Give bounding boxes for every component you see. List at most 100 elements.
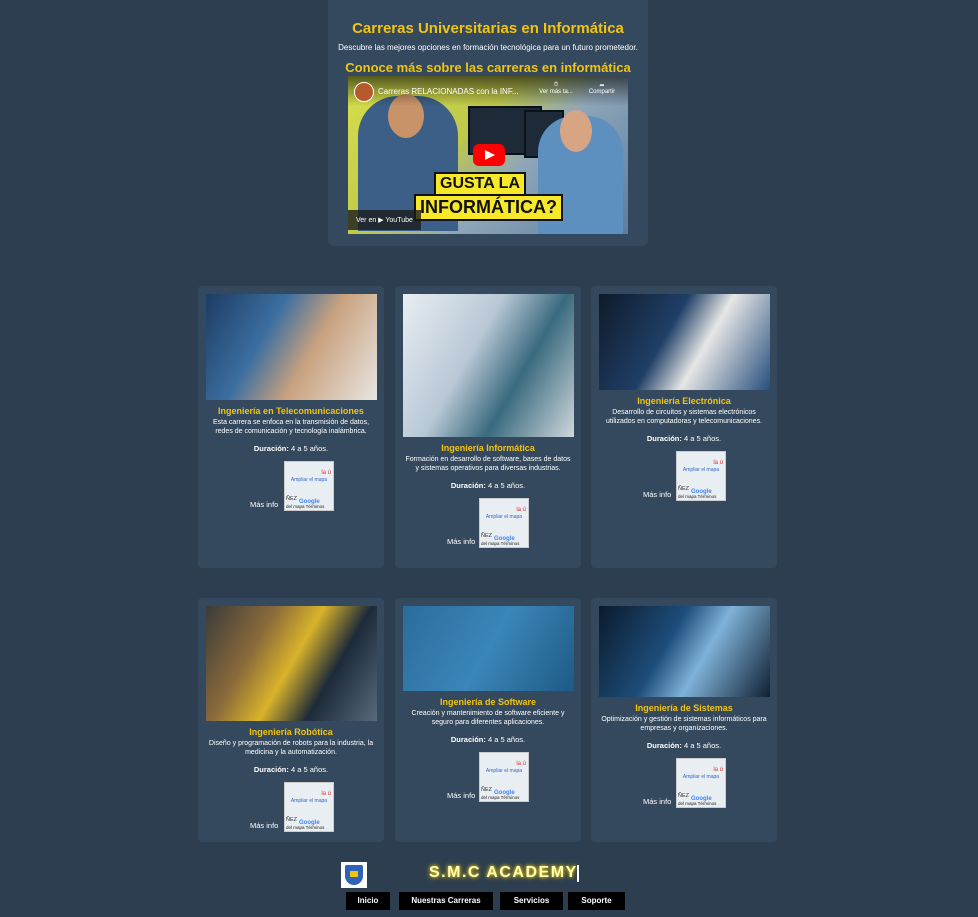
career-duration: Duración: 4 a 5 años. [395, 481, 581, 490]
enlarge-map-link[interactable]: Ampliar el mapa [480, 513, 528, 521]
share-button[interactable]: ➦ Compartir [582, 82, 622, 95]
map-label: la ú [713, 460, 723, 466]
nav-inicio[interactable]: Inicio [346, 892, 390, 910]
more-info-row: Más info Ampliar el mapa la ú ÑEZ Google… [591, 758, 777, 808]
duration-value: 4 a 5 años. [683, 741, 722, 750]
map-terms-link[interactable]: del mapa Términos [286, 504, 324, 509]
more-info-row: Más info Ampliar el mapa la ú ÑEZ Google… [198, 461, 384, 511]
more-info-link[interactable]: Más info [250, 500, 278, 509]
video-heading: Conoce más sobre las carreras en informá… [345, 60, 631, 75]
hero-section: Carreras Universitarias en Informática D… [328, 0, 648, 246]
share-icon: ➦ [599, 83, 605, 89]
shield-icon [345, 865, 363, 885]
enlarge-map-link[interactable]: Ampliar el mapa [285, 476, 333, 484]
more-info-link[interactable]: Más info [643, 797, 671, 806]
nav-servicios[interactable]: Servicios [500, 892, 563, 910]
embedded-map[interactable]: Ampliar el mapa la ú ÑEZ Google del mapa… [479, 752, 529, 802]
embedded-map[interactable]: Ampliar el mapa la ú ÑEZ Google del mapa… [676, 451, 726, 501]
career-title: Ingeniería Robótica [249, 727, 333, 737]
career-card: Ingeniería de Sistemas Optimización y ge… [591, 598, 777, 842]
enlarge-map-link[interactable]: Ampliar el mapa [285, 797, 333, 805]
duration-label: Duración: [253, 765, 289, 774]
map-label: ÑEZ [286, 817, 297, 823]
career-title: Ingeniería en Telecomunicaciones [218, 406, 364, 416]
youtube-video-embed[interactable]: Carreras RELACIONADAS con la INF... ⏱ Ver… [348, 76, 628, 234]
career-image [598, 294, 770, 390]
career-card: Ingeniería de Software Creación y manten… [395, 598, 581, 842]
duration-label: Duración: [646, 741, 682, 750]
watch-later-button[interactable]: ⏱ Ver más ta... [536, 82, 576, 95]
more-info-link[interactable]: Más info [447, 537, 475, 546]
nav-soporte[interactable]: Soporte [568, 892, 625, 910]
map-terms-link[interactable]: del mapa Términos [481, 541, 519, 546]
embedded-map[interactable]: Ampliar el mapa la ú ÑEZ Google del mapa… [284, 782, 334, 832]
career-description: Optimización y gestión de sistemas infor… [601, 716, 767, 732]
duration-label: Duración: [450, 735, 486, 744]
channel-avatar[interactable] [354, 82, 374, 102]
more-info-row: Más info Ampliar el mapa la ú ÑEZ Google… [395, 752, 581, 802]
map-terms-link[interactable]: del mapa Términos [678, 494, 716, 499]
career-image [402, 606, 574, 691]
career-title: Ingeniería de Software [439, 697, 537, 707]
map-label: ÑEZ [678, 793, 689, 799]
career-card: Ingeniería en Telecomunicaciones Esta ca… [198, 286, 384, 568]
page-title: Carreras Universitarias en Informática [352, 20, 624, 37]
duration-value: 4 a 5 años. [290, 765, 329, 774]
career-description: Diseño y programación de robots para la … [208, 740, 374, 756]
career-description: Creación y mantenimiento de software efi… [411, 710, 565, 726]
clock-icon: ⏱ [553, 82, 559, 88]
thumbnail-banner: INFORMÁTICA? [414, 194, 563, 221]
more-info-row: Más info Ampliar el mapa la ú ÑEZ Google… [198, 782, 384, 832]
career-title: Ingeniería Electrónica [637, 396, 731, 406]
career-card: Ingeniería Informática Formación en desa… [395, 286, 581, 568]
career-duration: Duración: 4 a 5 años. [198, 444, 384, 453]
duration-value: 4 a 5 años. [487, 481, 526, 490]
career-image [205, 294, 377, 400]
map-label: ÑEZ [286, 496, 297, 502]
map-terms-link[interactable]: del mapa Términos [678, 801, 716, 806]
map-label: ÑEZ [481, 787, 492, 793]
duration-value: 4 a 5 años. [487, 735, 526, 744]
watch-on-youtube-button[interactable]: Ver en ▶ YouTube [348, 210, 421, 230]
embedded-map[interactable]: Ampliar el mapa la ú ÑEZ Google del mapa… [284, 461, 334, 511]
watch-later-label: Ver más ta... [539, 89, 573, 95]
career-duration: Duración: 4 a 5 años. [198, 765, 384, 774]
enlarge-map-link[interactable]: Ampliar el mapa [480, 767, 528, 775]
career-card: Ingeniería Electrónica Desarrollo de cir… [591, 286, 777, 568]
enlarge-map-link[interactable]: Ampliar el mapa [677, 466, 725, 474]
enlarge-map-link[interactable]: Ampliar el mapa [677, 773, 725, 781]
more-info-link[interactable]: Más info [643, 490, 671, 499]
career-duration: Duración: 4 a 5 años. [591, 741, 777, 750]
nav-nuestras-carreras[interactable]: Nuestras Carreras [399, 892, 493, 910]
map-terms-link[interactable]: del mapa Términos [286, 825, 324, 830]
map-label: ÑEZ [481, 533, 492, 539]
career-title: Ingeniería de Sistemas [635, 703, 733, 713]
career-duration: Duración: 4 a 5 años. [591, 434, 777, 443]
embedded-map[interactable]: Ampliar el mapa la ú ÑEZ Google del mapa… [479, 498, 529, 548]
more-info-row: Más info Ampliar el mapa la ú ÑEZ Google… [591, 451, 777, 501]
thumbnail-banner: GUSTA LA [434, 172, 526, 196]
play-button[interactable] [473, 144, 505, 166]
page-subtitle: Descubre las mejores opciones en formaci… [338, 43, 638, 52]
career-image [402, 294, 574, 437]
map-terms-link[interactable]: del mapa Términos [481, 795, 519, 800]
career-description: Esta carrera se enfoca en la transmisión… [212, 419, 370, 435]
duration-label: Duración: [253, 444, 289, 453]
duration-value: 4 a 5 años. [290, 444, 329, 453]
video-title[interactable]: Carreras RELACIONADAS con la INF... [378, 87, 518, 96]
duration-value: 4 a 5 años. [683, 434, 722, 443]
academy-logo [341, 862, 367, 888]
career-image [205, 606, 377, 721]
more-info-link[interactable]: Más info [250, 821, 278, 830]
map-label: ÑEZ [678, 486, 689, 492]
career-duration: Duración: 4 a 5 años. [395, 735, 581, 744]
career-description: Formación en desarrollo de software, bas… [405, 456, 571, 472]
text-cursor [577, 865, 579, 882]
career-title: Ingeniería Informática [441, 443, 535, 453]
more-info-link[interactable]: Más info [447, 791, 475, 800]
duration-label: Duración: [450, 481, 486, 490]
share-label: Compartir [588, 89, 616, 95]
embedded-map[interactable]: Ampliar el mapa la ú ÑEZ Google del mapa… [676, 758, 726, 808]
map-label: la ú [516, 507, 526, 513]
more-info-row: Más info Ampliar el mapa la ú ÑEZ Google… [395, 498, 581, 548]
